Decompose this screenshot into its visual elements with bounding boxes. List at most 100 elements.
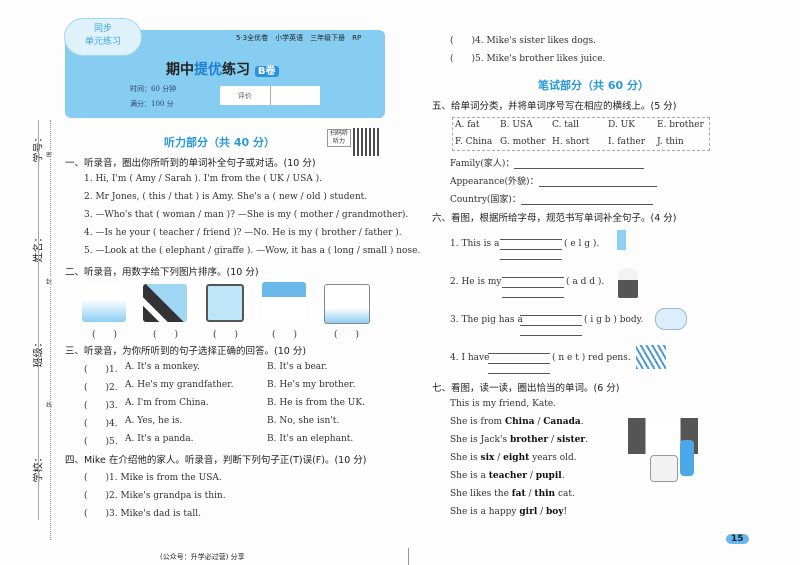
- word-choice[interactable]: eight: [503, 453, 529, 463]
- order-blank[interactable]: ( ): [153, 327, 178, 340]
- sentence-text: She is a: [450, 471, 489, 481]
- sentence-text: /: [494, 453, 504, 463]
- s4-item: ( )1. Mike is from the USA.: [84, 473, 222, 483]
- sentence-text: years old.: [529, 453, 577, 463]
- picture-teacher-board: [262, 282, 306, 320]
- pig-picture: [655, 308, 687, 330]
- leg-picture: [617, 230, 626, 250]
- writing-line[interactable]: [500, 249, 562, 250]
- sentence-text: .: [561, 471, 565, 481]
- sentence-text: /: [537, 507, 547, 517]
- exam-page: 学号： 姓名： 班级： 学校： 密 封 线 同步 单元练习 5·3全优卷 小学英语…: [0, 0, 800, 565]
- s1-item: 4. —Is he your ( teacher / friend )? —No…: [84, 228, 402, 238]
- writing-line[interactable]: [488, 373, 550, 374]
- section-7-heading: 七、看图，读一读，圈出恰当的单词。(6 分): [432, 383, 620, 394]
- writing-line[interactable]: [500, 239, 562, 240]
- s7-sentence: This is my friend, Kate.: [450, 399, 556, 409]
- s1-item: 1. Hi, I'm ( Amy / Sarah ). I'm from the…: [84, 174, 323, 184]
- pens-picture: [636, 345, 666, 369]
- s7-sentence: She is a teacher / pupil.: [450, 471, 565, 481]
- fold-line: [408, 548, 409, 565]
- family-field[interactable]: Family(家人)：: [450, 156, 645, 169]
- seal-char: 密: [46, 150, 53, 159]
- sentence-text: .: [580, 417, 584, 427]
- writing-title: 笔试部分（共 60 分）: [538, 79, 649, 92]
- sentence-text: She is from: [450, 417, 505, 427]
- picture-classroom: [82, 284, 126, 322]
- writing-line[interactable]: [520, 335, 582, 336]
- option-a: A. I'm from China.: [125, 398, 209, 408]
- dad-picture: [618, 268, 638, 298]
- order-blank[interactable]: ( ): [92, 327, 117, 340]
- s1-item: 3. —Who's that ( woman / man )? —She is …: [84, 210, 409, 220]
- answer-blank[interactable]: ( )5.: [84, 434, 118, 447]
- word-choice[interactable]: thin: [534, 489, 555, 499]
- section-6-heading: 六、看图，根据所给字母，规范书写单词补全句子。(4 分): [432, 213, 677, 224]
- word-option: D. UK: [608, 120, 635, 130]
- writing-line[interactable]: [500, 259, 562, 260]
- score-info: 满分：100 分: [130, 100, 174, 108]
- s7-sentence: She likes the fat / thin cat.: [450, 489, 575, 499]
- option-a: A. Yes, he is.: [125, 416, 183, 426]
- answer-blank[interactable]: ( )1.: [84, 362, 118, 375]
- s7-sentence: She is Jack's brother / sister.: [450, 435, 588, 445]
- sentence-text: /: [548, 435, 557, 445]
- kate-picture: [680, 440, 694, 476]
- fill-line: [38, 120, 39, 520]
- word-choice[interactable]: teacher: [489, 471, 527, 481]
- sentence-text: She likes the: [450, 489, 512, 499]
- letter-hint: ( n e t ) red pens.: [552, 353, 631, 363]
- word-choice[interactable]: brother: [510, 435, 548, 445]
- writing-line[interactable]: [520, 325, 582, 326]
- section-1-heading: 一、听录音，圈出你所听到的单词补全句子或对话。(10 分): [65, 158, 316, 169]
- order-blank[interactable]: ( ): [213, 327, 238, 340]
- answer-blank[interactable]: ( )2.: [84, 380, 118, 393]
- picture-photo: [206, 284, 244, 322]
- writing-line[interactable]: [502, 277, 564, 278]
- page-title: 期中提优练习 B卷: [166, 59, 279, 79]
- series-info: 5·3全优卷 小学英语 三年级下册 RP: [236, 34, 362, 42]
- option-a: A. He's my grandfather.: [125, 380, 234, 390]
- school-label: 学校：: [33, 452, 45, 483]
- s1-item: 2. Mr Jones, ( this / that ) is Amy. She…: [84, 192, 368, 202]
- country-field[interactable]: Country(国家)：: [450, 192, 653, 205]
- order-blank[interactable]: ( ): [272, 327, 297, 340]
- word-choice[interactable]: boy: [546, 507, 564, 517]
- word-option: C. tall: [552, 120, 580, 130]
- qr-code[interactable]: [353, 128, 381, 156]
- writing-line[interactable]: [502, 287, 564, 288]
- writing-line[interactable]: [502, 297, 564, 298]
- sentence-text: .: [585, 435, 588, 445]
- sentence-text: She is a happy: [450, 507, 520, 517]
- option-b: B. It's a bear.: [267, 362, 328, 372]
- letter-hint: ( a d d ).: [566, 277, 605, 287]
- s7-sentence: She is from China / Canada.: [450, 417, 584, 427]
- option-b: B. It's an elephant.: [267, 434, 354, 444]
- appearance-field[interactable]: Appearance(外貌)：: [450, 174, 657, 187]
- student-id-label: 学号：: [33, 132, 45, 163]
- option-b: B. He is from the UK.: [267, 398, 365, 408]
- word-choice[interactable]: sister: [557, 435, 585, 445]
- word-choice[interactable]: six: [481, 453, 495, 463]
- word-choice[interactable]: girl: [519, 507, 537, 517]
- seal-char: 线: [46, 400, 53, 409]
- word-option: H. short: [552, 137, 590, 147]
- s7-sentence: She is a happy girl / boy!: [450, 507, 567, 517]
- order-blank[interactable]: ( ): [334, 327, 359, 340]
- s4-item: ( )3. Mike's dad is tall.: [84, 509, 202, 519]
- sentence-text: cat.: [555, 489, 575, 499]
- word-choice[interactable]: pupil: [536, 471, 562, 481]
- writing-line[interactable]: [520, 315, 582, 316]
- answer-blank[interactable]: ( )4.: [84, 416, 118, 429]
- answer-blank[interactable]: ( )3.: [84, 398, 118, 411]
- writing-line[interactable]: [488, 353, 550, 354]
- word-option: E. brother: [657, 120, 704, 130]
- word-choice[interactable]: Canada: [543, 417, 581, 427]
- writing-line[interactable]: [488, 363, 550, 364]
- word-choice[interactable]: fat: [512, 489, 526, 499]
- cake-picture: [650, 455, 678, 482]
- word-choice[interactable]: China: [505, 417, 535, 427]
- word-option: F. China: [455, 137, 493, 147]
- qr-label: 扫码听听力: [327, 129, 351, 147]
- seal-char: 封: [46, 277, 53, 286]
